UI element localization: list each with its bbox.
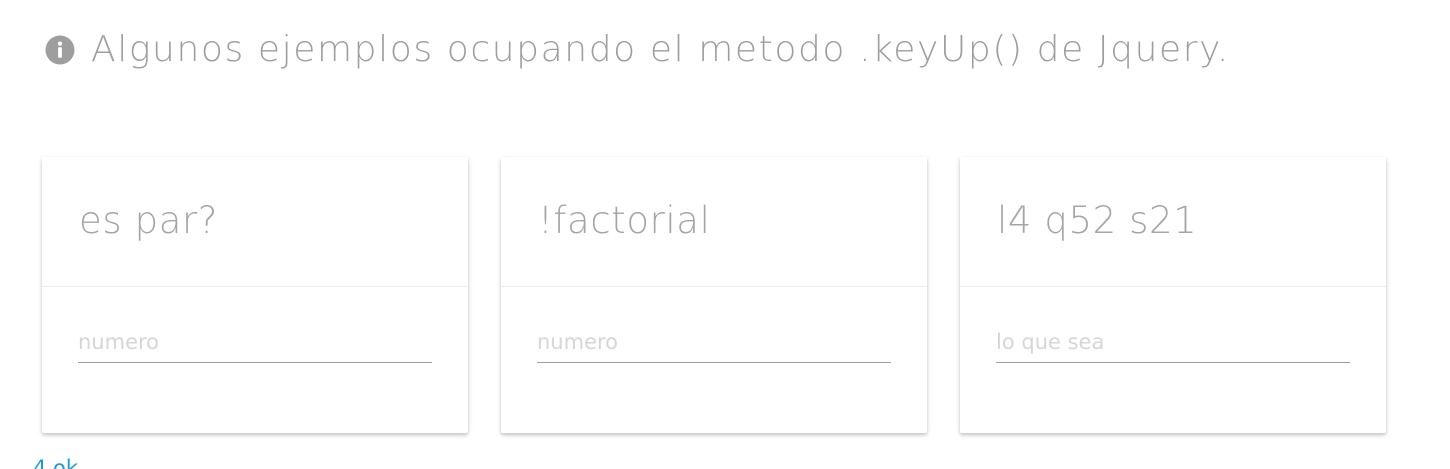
page-heading: Algunos ejemplos ocupando el metodo .key…	[45, 29, 1230, 70]
numero-input-factorial[interactable]	[537, 327, 891, 363]
card-header: l4 q52 s21	[960, 157, 1386, 287]
page: Algunos ejemplos ocupando el metodo .key…	[0, 0, 1450, 469]
numero-input-es-par[interactable]	[78, 327, 432, 363]
card-body	[501, 287, 927, 433]
card-title: es par?	[79, 199, 219, 242]
card-header: es par?	[42, 157, 468, 287]
card-title: l4 q52 s21	[997, 199, 1198, 242]
card-title: !factorial	[538, 199, 711, 242]
card-factorial: !factorial	[501, 157, 927, 433]
card-body	[42, 287, 468, 433]
lo-que-sea-input[interactable]	[996, 327, 1350, 363]
card-header: !factorial	[501, 157, 927, 287]
info-icon	[45, 35, 75, 65]
footer-link[interactable]: 4 ok	[33, 456, 78, 469]
card-es-par: es par?	[42, 157, 468, 433]
card-body	[960, 287, 1386, 433]
heading-text: Algunos ejemplos ocupando el metodo .key…	[91, 29, 1230, 70]
card-l4-q52-s21: l4 q52 s21	[960, 157, 1386, 433]
